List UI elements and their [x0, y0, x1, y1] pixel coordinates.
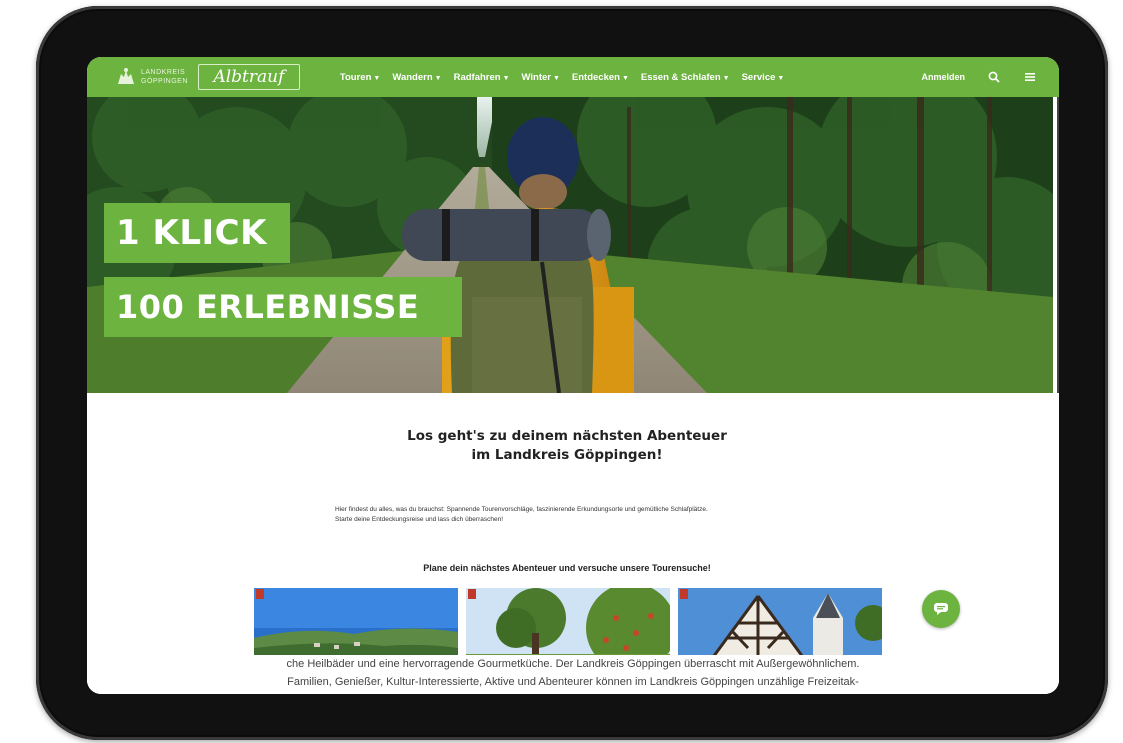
- menu-label: Touren: [339, 71, 372, 83]
- landkreis-line2: GÖPPINGEN: [141, 78, 188, 85]
- tour-card-landscape[interactable]: [254, 588, 458, 664]
- tour-card-tree[interactable]: [466, 588, 670, 664]
- albtrauf-logo[interactable]: Albtrauf: [197, 64, 300, 90]
- login-link[interactable]: Anmelden: [921, 72, 965, 82]
- menu-label: Entdecken: [571, 71, 620, 83]
- menu-item-radfahren[interactable]: Radfahren ▼: [454, 72, 510, 83]
- intro-text: Hier findest du alles, was du brauchst: …: [335, 505, 855, 524]
- screen: LANDKREIS GÖPPINGEN Albtrauf Touren ▼ Wan…: [87, 57, 1059, 694]
- tour-cards: [254, 588, 882, 664]
- card-tag-icon: [256, 589, 264, 599]
- albtrauf-logo-text: Albtrauf: [213, 67, 285, 87]
- menu-label: Essen & Schlafen: [640, 71, 721, 83]
- landkreis-line1: LANDKREIS: [141, 69, 186, 76]
- caret-down-icon: ▼: [777, 74, 785, 82]
- landkreis-emblem-icon: [118, 68, 134, 84]
- chat-bubble-icon: [934, 603, 948, 615]
- hero-image: 1 KLICK 100 ERLEBNISSE: [87, 97, 1053, 393]
- description-overlay-text: che Heilbäder und eine hervorragende Gou…: [87, 655, 1059, 694]
- intro-line1: Hier findest du alles, was du brauchst: …: [335, 506, 708, 513]
- menu-item-wandern[interactable]: Wandern ▼: [392, 72, 441, 83]
- landkreis-logo-text: LANDKREIS GÖPPINGEN: [141, 68, 188, 86]
- menu-label: Wandern: [392, 71, 433, 83]
- nav-actions: Anmelden: [921, 57, 1037, 97]
- search-icon[interactable]: [987, 70, 1001, 84]
- menu-item-service[interactable]: Service ▼: [742, 72, 785, 83]
- village-photo: [678, 588, 882, 664]
- menu-label: Radfahren: [453, 71, 501, 83]
- caret-down-icon: ▼: [722, 74, 730, 82]
- overlay-line2: Familien, Genießer, Kultur-Interessierte…: [287, 676, 859, 688]
- menu-label: Winter: [521, 71, 551, 83]
- menu-item-touren[interactable]: Touren ▼: [340, 72, 380, 83]
- top-navigation: LANDKREIS GÖPPINGEN Albtrauf Touren ▼ Wan…: [87, 57, 1059, 97]
- caret-down-icon: ▼: [502, 74, 510, 82]
- menu-item-entdecken[interactable]: Entdecken ▼: [572, 72, 629, 83]
- page-headline: Los geht's zu deinem nächsten Abenteuer …: [87, 427, 1047, 465]
- overlay-line1: che Heilbäder und eine hervorragende Gou…: [286, 658, 860, 670]
- brand[interactable]: LANDKREIS GÖPPINGEN Albtrauf: [115, 64, 300, 90]
- main-menu: Touren ▼ Wandern ▼ Radfahren ▼ Winter ▼ Entd…: [340, 72, 784, 83]
- chat-button[interactable]: [922, 590, 960, 628]
- caret-down-icon: ▼: [434, 74, 442, 82]
- hero-badge-100-erlebnisse: 100 ERLEBNISSE: [104, 277, 462, 337]
- hero-badge-1-klick: 1 KLICK: [104, 203, 290, 263]
- card-tag-icon: [468, 589, 476, 599]
- menu-item-winter[interactable]: Winter ▼: [522, 72, 560, 83]
- tour-search-heading: Plane dein nächstes Abenteuer und versuc…: [423, 563, 711, 573]
- tree-photo: [466, 588, 670, 664]
- intro-line2: Starte deine Entdeckungsreise und lass d…: [335, 515, 504, 523]
- caret-down-icon: ▼: [621, 74, 629, 82]
- menu-item-essen-schlafen[interactable]: Essen & Schlafen ▼: [641, 72, 730, 83]
- hamburger-icon[interactable]: [1023, 70, 1037, 84]
- caret-down-icon: ▼: [552, 74, 560, 82]
- menu-label: Service: [741, 71, 776, 83]
- main-content: Los geht's zu deinem nächsten Abenteuer …: [87, 393, 1059, 694]
- headline-line1: Los geht's zu deinem nächsten Abenteuer: [407, 428, 727, 444]
- caret-down-icon: ▼: [373, 74, 381, 82]
- landscape-photo: [254, 588, 458, 664]
- card-tag-icon: [680, 589, 688, 599]
- tour-card-village[interactable]: [678, 588, 882, 664]
- headline-line2: im Landkreis Göppingen!: [471, 447, 663, 463]
